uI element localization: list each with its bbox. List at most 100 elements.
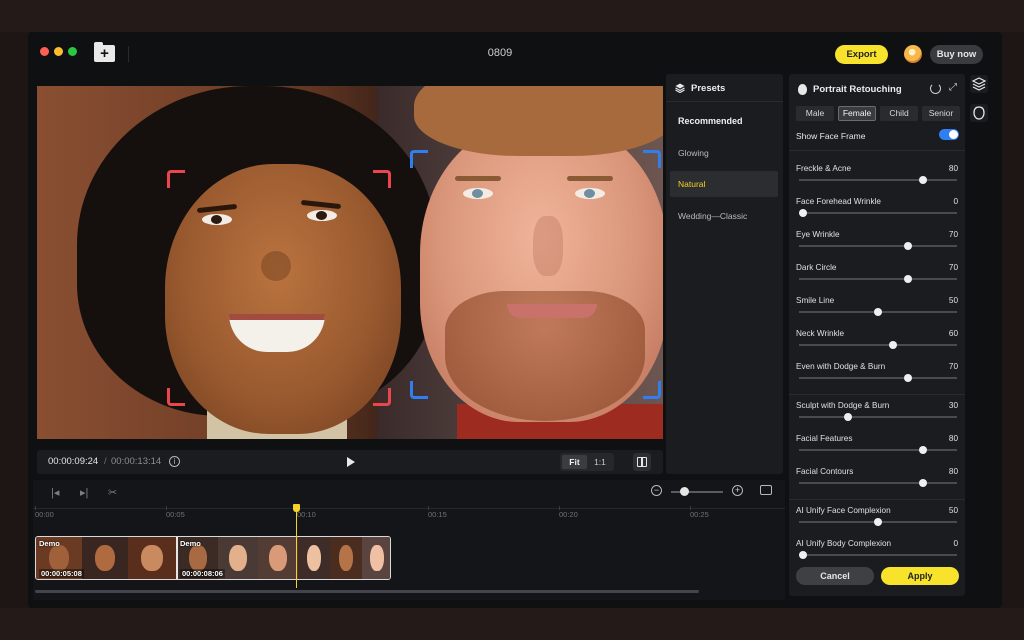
man-left-brow <box>455 176 501 181</box>
timeline-zoom-slider[interactable] <box>671 491 723 493</box>
woman-nose <box>261 251 291 281</box>
slider-knob[interactable] <box>799 209 807 217</box>
slider-track[interactable] <box>799 245 957 247</box>
trim-start-icon[interactable]: |◂ <box>51 486 59 499</box>
slider-knob[interactable] <box>919 176 927 184</box>
clip-timecode: 00:00:05:08 <box>39 569 84 578</box>
slider-value: 0 <box>953 197 958 206</box>
layers-panel-button[interactable] <box>970 75 988 93</box>
timeline[interactable]: |◂ ▸| ✂ − + 00:00 00:05 00:10 00:15 00:2… <box>33 480 785 600</box>
slider-label: Face Forehead Wrinkle <box>796 197 881 206</box>
face-frame-blue-bottom-right <box>643 381 661 399</box>
photo-preview[interactable] <box>37 86 663 439</box>
gender-senior-button[interactable]: Senior <box>922 106 960 121</box>
avatar[interactable] <box>904 45 922 63</box>
video-clip-track[interactable]: Demo 00:00:05:08 Demo 00:00:08:06 <box>35 536 391 580</box>
slider-knob[interactable] <box>904 242 912 250</box>
slider-value: 70 <box>948 263 958 272</box>
slider-label: Facial Features <box>796 434 853 443</box>
slider-knob[interactable] <box>919 479 927 487</box>
slider-value: 80 <box>948 434 958 443</box>
slider-value: 30 <box>948 401 958 410</box>
gender-male-button[interactable]: Male <box>796 106 834 121</box>
slider-label: Dark Circle <box>796 263 837 272</box>
zoom-in-icon[interactable]: + <box>732 485 743 496</box>
clip-thumbnail <box>82 537 128 579</box>
slider-knob[interactable] <box>799 551 807 559</box>
trim-end-icon[interactable]: ▸| <box>80 486 88 499</box>
face-frame-red-top-left <box>167 170 185 188</box>
man-left-eye <box>463 188 493 199</box>
woman-right-eye <box>307 210 337 221</box>
slider-value: 0 <box>953 539 958 548</box>
slider-knob[interactable] <box>919 446 927 454</box>
face-frame-red-top-right <box>373 170 391 188</box>
clip-split-marker[interactable] <box>176 537 178 579</box>
scissors-icon[interactable]: ✂ <box>108 486 117 499</box>
slider-track[interactable] <box>799 449 957 451</box>
slider-track[interactable] <box>799 179 957 181</box>
apply-button[interactable]: Apply <box>881 567 959 585</box>
face-retouch-icon <box>973 106 985 120</box>
actual-size-button[interactable]: 1:1 <box>588 455 612 469</box>
slider-track[interactable] <box>799 416 957 418</box>
timeline-zoom-knob[interactable] <box>679 487 689 496</box>
view-zoom-group: Fit 1:1 <box>560 453 614 471</box>
show-face-frame-toggle[interactable] <box>939 129 959 140</box>
clip-thumbnail <box>330 537 362 579</box>
ruler-tick: 00:20 <box>559 506 578 519</box>
slider-value: 60 <box>948 329 958 338</box>
slider-track[interactable] <box>799 212 957 214</box>
slider-knob[interactable] <box>874 518 882 526</box>
slider-knob[interactable] <box>889 341 897 349</box>
slider-knob[interactable] <box>874 308 882 316</box>
buy-now-button[interactable]: Buy now <box>930 45 983 64</box>
presets-title: Presets <box>691 83 726 94</box>
face-frame-red-bottom-right <box>373 388 391 406</box>
layers-icon <box>675 83 685 93</box>
clip-thumbnail <box>362 537 390 579</box>
zoom-out-icon[interactable]: − <box>651 485 662 496</box>
preset-wedding-classic[interactable]: Wedding—Classic <box>670 203 778 229</box>
preset-glowing[interactable]: Glowing <box>670 140 778 166</box>
timeline-scrollbar[interactable] <box>35 590 699 593</box>
outer-top-band <box>0 0 1024 32</box>
section-divider <box>789 499 965 500</box>
playhead[interactable] <box>296 506 297 588</box>
slider-track[interactable] <box>799 278 957 280</box>
preset-natural[interactable]: Natural <box>670 171 778 197</box>
export-button[interactable]: Export <box>835 45 888 64</box>
gender-child-button[interactable]: Child <box>880 106 918 121</box>
slider-knob[interactable] <box>904 275 912 283</box>
face-retouch-panel-button[interactable] <box>970 104 988 122</box>
expand-icon[interactable]: ⤢ <box>949 82 957 93</box>
slider-track[interactable] <box>799 344 957 346</box>
slider-track[interactable] <box>799 377 957 379</box>
current-timecode: 00:00:09:24 <box>48 456 99 467</box>
fit-timeline-icon[interactable] <box>760 485 772 495</box>
playback-bar: 00:00:09:24 / 00:00:13:14 i Fit 1:1 <box>37 450 663 474</box>
slider-value: 70 <box>948 230 958 239</box>
preset-category-recommended[interactable]: Recommended <box>670 108 778 134</box>
man-mouth <box>507 304 597 318</box>
info-icon[interactable]: i <box>169 456 180 467</box>
slider-track[interactable] <box>799 554 957 556</box>
man-right-eye <box>575 188 605 199</box>
slider-label: Facial Contours <box>796 467 854 476</box>
slider-knob[interactable] <box>844 413 852 421</box>
slider-track[interactable] <box>799 482 957 484</box>
reset-icon[interactable] <box>930 83 941 94</box>
fit-button[interactable]: Fit <box>562 455 587 469</box>
slider-value: 50 <box>948 506 958 515</box>
slider-value: 70 <box>948 362 958 371</box>
timecode-separator: / <box>104 456 107 467</box>
ruler-tick: 00:15 <box>428 506 447 519</box>
slider-knob[interactable] <box>904 374 912 382</box>
play-icon[interactable] <box>347 457 355 467</box>
total-timecode: 00:00:13:14 <box>111 456 162 467</box>
face-frame-blue-top-left <box>410 150 428 168</box>
cancel-button[interactable]: Cancel <box>796 567 874 585</box>
gender-female-button[interactable]: Female <box>838 106 876 121</box>
section-divider <box>789 150 965 151</box>
slider-label: Smile Line <box>796 296 835 305</box>
